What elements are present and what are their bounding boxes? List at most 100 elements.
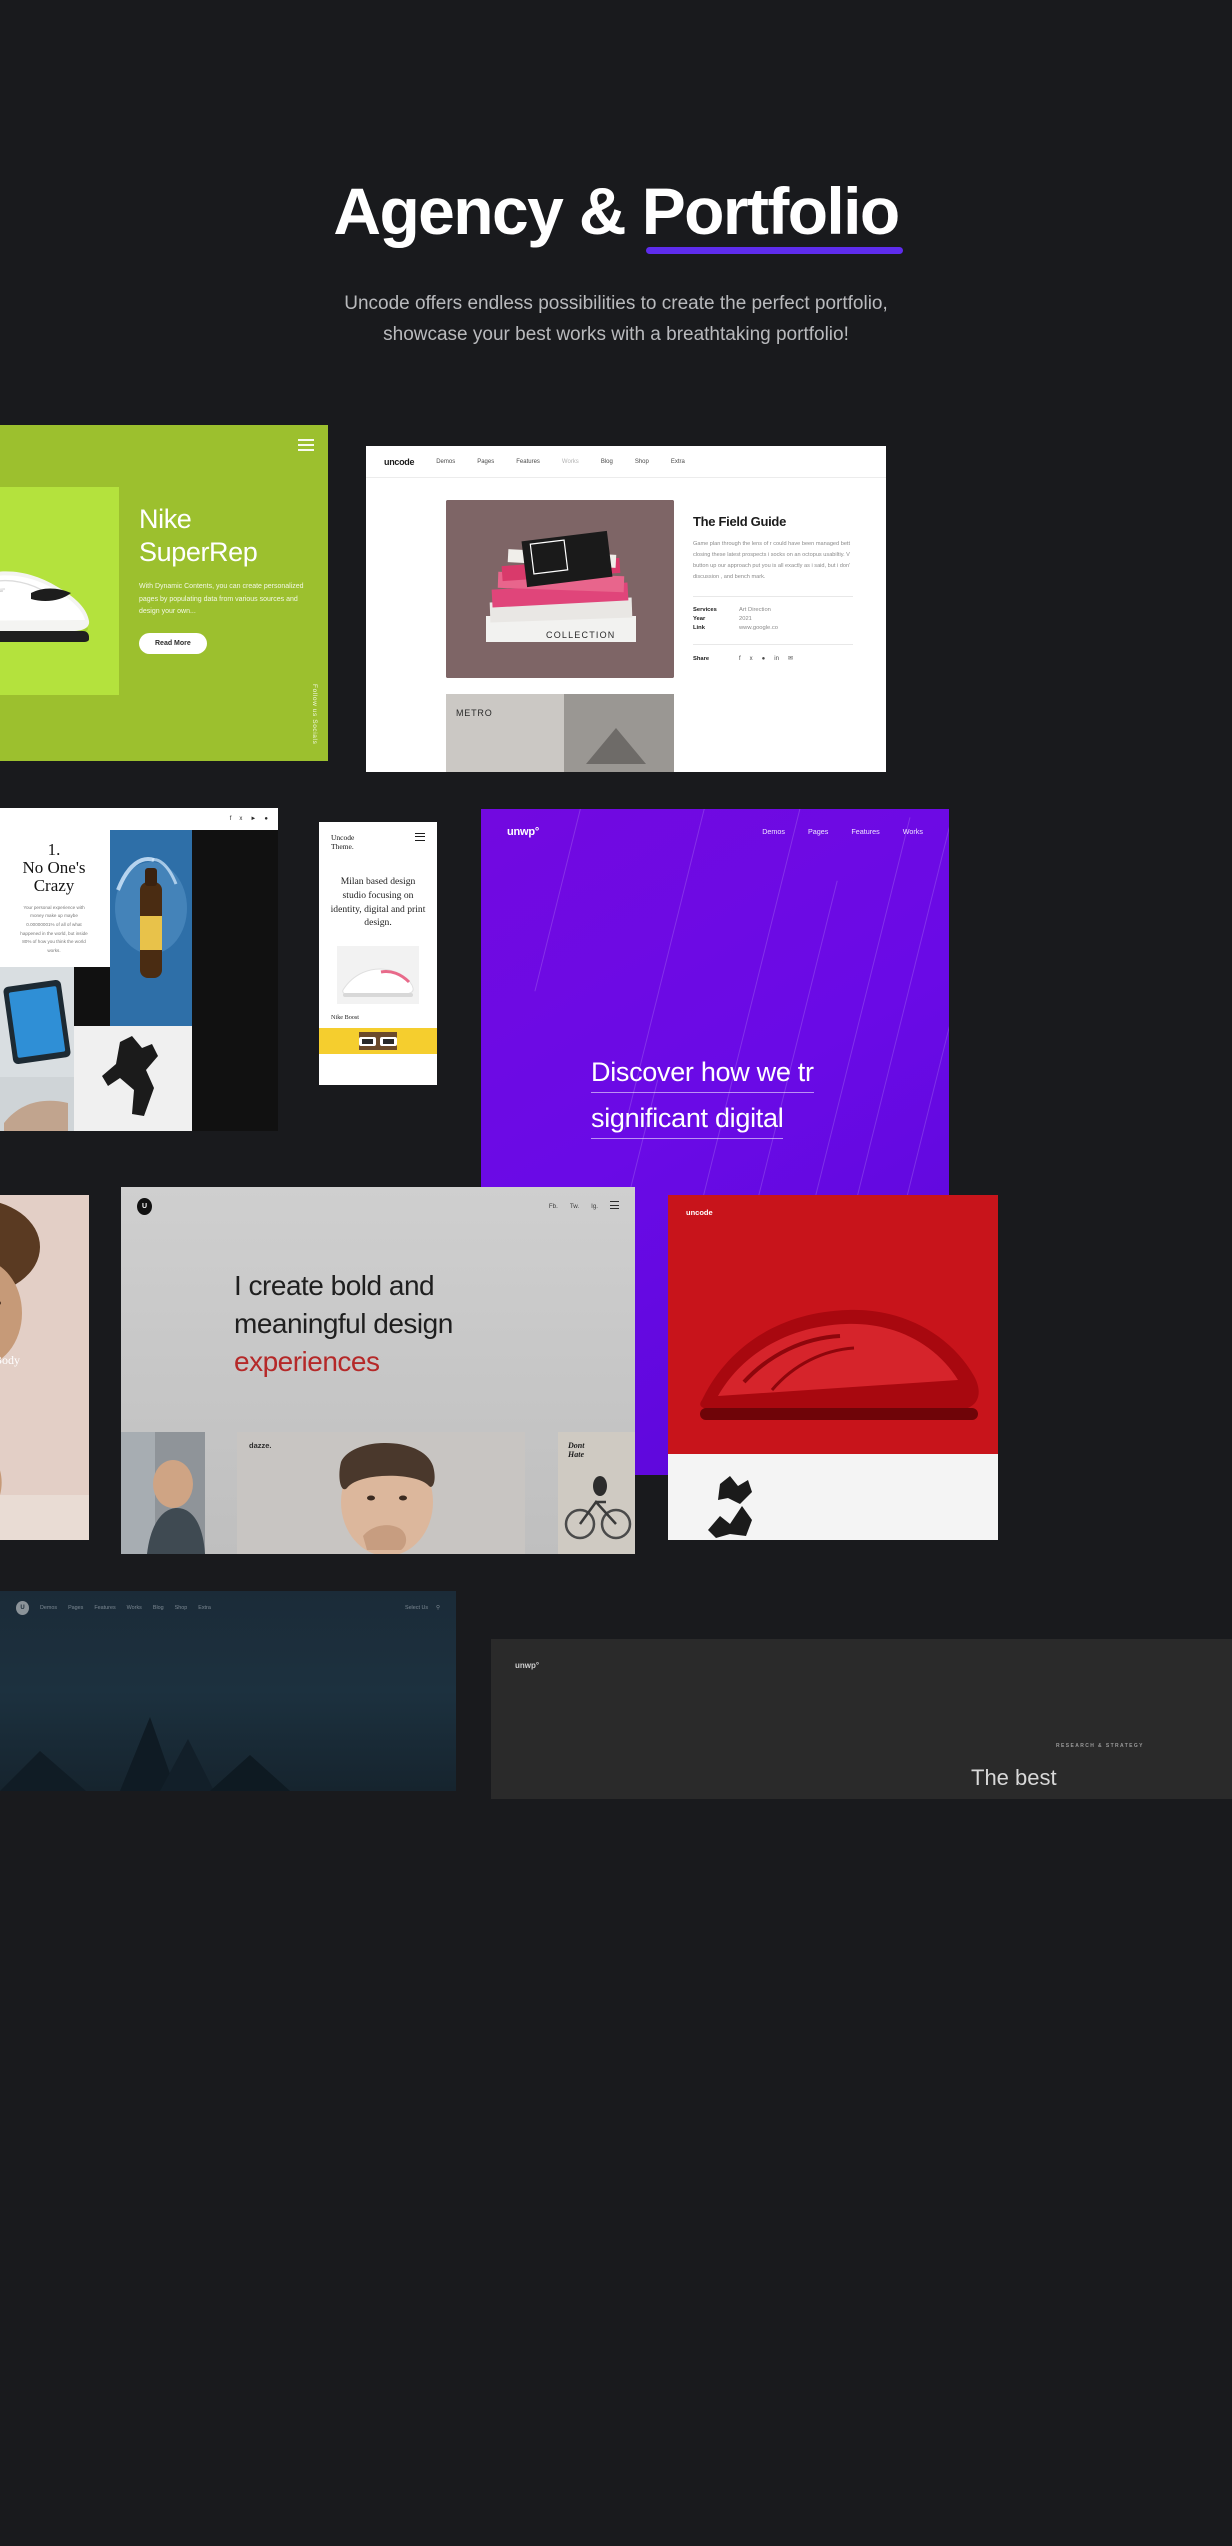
- thumbnail-bike-label: Dont Hate: [568, 1441, 584, 1459]
- nav-item-features[interactable]: Features: [516, 459, 540, 465]
- unwp-headline: Discover how we tr significant digital: [591, 1049, 949, 1142]
- project-body: Game plan through the lens of r could ha…: [693, 540, 851, 581]
- bold-headline: I create bold and meaningful design expe…: [234, 1267, 635, 1382]
- nav-item-extra[interactable]: Extra: [671, 459, 685, 465]
- meta-value-year: 2021: [739, 616, 752, 623]
- unwp-headline-line2: significant digital: [591, 1103, 784, 1140]
- night-nav-shop[interactable]: Shop: [175, 1605, 188, 1611]
- divider-2: [693, 644, 853, 646]
- nike-shoe-image: [0, 535, 96, 645]
- meta-row-services: Services Art Direction: [693, 607, 886, 613]
- facebook-icon[interactable]: f: [739, 656, 741, 662]
- divider: [693, 596, 853, 598]
- bold-headline-accent: experiences: [234, 1346, 380, 1378]
- mobile-shoe-image[interactable]: [337, 945, 419, 1004]
- twitter-icon[interactable]: x: [750, 656, 753, 662]
- collage-caption: Your personal experience with money make…: [20, 904, 88, 954]
- red-sneaker-card[interactable]: uncode: [668, 1194, 998, 1540]
- meta-label-link: Link: [693, 625, 705, 632]
- uncode-theme-mobile-card[interactable]: Uncode Theme. Milan based design studio …: [319, 821, 437, 1085]
- meta-row-year: Year 2021: [693, 616, 886, 622]
- night-mountains-image: [0, 1681, 456, 1791]
- nav-item-shop[interactable]: Shop: [635, 459, 649, 465]
- thumbnail-bike[interactable]: Dont Hate: [558, 1431, 635, 1554]
- pinterest-icon[interactable]: ●: [264, 816, 268, 822]
- collage-headline: 1. No One's Crazy: [22, 839, 86, 895]
- unwp-dark-logo[interactable]: unwp°: [515, 1661, 539, 1670]
- page-title-part2: Portfolio: [641, 174, 903, 254]
- mobile-logo[interactable]: Uncode Theme.: [331, 833, 354, 852]
- night-nav-pages[interactable]: Pages: [68, 1605, 83, 1611]
- share-label: Share: [693, 655, 710, 662]
- thumbnail-portrait[interactable]: [121, 1431, 205, 1554]
- facebook-icon[interactable]: f: [230, 816, 232, 822]
- bold-design-card[interactable]: U Fb. Tw. Ig. I create bold and meaningf…: [121, 1186, 635, 1554]
- nav-item-works[interactable]: Works: [562, 459, 579, 465]
- collage-headline-2: No One's: [22, 857, 86, 877]
- hamburger-icon[interactable]: [415, 832, 425, 844]
- uncode-logo[interactable]: uncode: [384, 457, 415, 467]
- bold-nav-ig[interactable]: Ig.: [591, 1203, 598, 1210]
- meta-label-services: Services: [693, 607, 717, 614]
- red-card-logo[interactable]: uncode: [686, 1208, 713, 1217]
- linkedin-icon[interactable]: in: [774, 656, 779, 662]
- night-nav-blog[interactable]: Blog: [153, 1605, 164, 1611]
- youtube-icon[interactable]: ►: [250, 816, 256, 822]
- pinterest-icon[interactable]: ●: [762, 656, 766, 662]
- thumbnail-bike-label-1: Dont: [568, 1440, 585, 1450]
- twitter-icon[interactable]: x: [239, 816, 242, 822]
- page-title-part1: Agency &: [333, 174, 642, 248]
- uncode-navbar: uncode Demos Pages Features Works Blog S…: [366, 446, 886, 478]
- nav-item-demos[interactable]: Demos: [436, 459, 455, 465]
- nike-superrep-card[interactable]: Nike SuperRep With Dynamic Contents, you…: [0, 424, 328, 761]
- beauty-card[interactable]: ...ople kind of Body Care Buy Now - $59: [0, 1194, 89, 1540]
- thumbnail-bike-label-2: Hate: [568, 1449, 584, 1459]
- project-image-books[interactable]: COLLECTION: [446, 499, 674, 678]
- nav-item-pages[interactable]: Pages: [477, 459, 494, 465]
- mobile-logo-line2: Theme.: [331, 842, 354, 852]
- search-icon[interactable]: ⚲: [436, 1605, 440, 1611]
- bold-headline-line2: meaningful design: [234, 1308, 453, 1340]
- thumbnail-video-label: dazze.: [249, 1440, 272, 1450]
- beauty-headline-line1: ...ople kind of Body: [0, 1352, 20, 1367]
- red-card-footer: [668, 1453, 998, 1540]
- mail-icon[interactable]: ✉: [788, 655, 793, 662]
- bold-logo[interactable]: U: [137, 1197, 152, 1215]
- night-nav-features[interactable]: Features: [94, 1605, 115, 1611]
- night-nav-works[interactable]: Works: [127, 1605, 142, 1611]
- red-sneaker-image: [688, 1250, 988, 1435]
- night-nav-extra[interactable]: Extra: [198, 1605, 211, 1611]
- hamburger-icon[interactable]: [610, 1201, 619, 1211]
- meta-value-link[interactable]: www.google.co: [739, 625, 778, 631]
- thumbnail-video[interactable]: dazze.: [237, 1431, 525, 1554]
- collage-image-jump[interactable]: [74, 1025, 192, 1131]
- svg-text:METRO: METRO: [456, 708, 493, 718]
- collage-headline-3: Crazy: [33, 875, 75, 895]
- collage-image-tablet[interactable]: [0, 966, 74, 1077]
- collage-card[interactable]: f x ► ● 1. No One's Crazy Your personal …: [0, 807, 278, 1131]
- uncode-site-card[interactable]: uncode Demos Pages Features Works Blog S…: [366, 445, 886, 772]
- collage-image-beer[interactable]: [110, 829, 192, 1026]
- portfolio-gallery: Nike SuperRep With Dynamic Contents, you…: [0, 424, 1232, 2495]
- bold-nav-tw[interactable]: Tw.: [570, 1203, 579, 1210]
- night-landscape-card[interactable]: U Demos Pages Features Works Blog Shop E…: [0, 1590, 456, 1791]
- collage-image-hands[interactable]: [0, 1076, 74, 1131]
- collage-quote-block: 1. No One's Crazy Your personal experien…: [0, 829, 110, 967]
- project-image-metro[interactable]: METRO: [446, 693, 674, 772]
- mobile-logo-line1: Uncode: [331, 832, 355, 842]
- collage-headline-1: 1.: [47, 839, 61, 859]
- mobile-sunglasses-band[interactable]: [319, 1027, 437, 1054]
- night-navbar: U Demos Pages Features Works Blog Shop E…: [0, 1591, 456, 1625]
- unwp-dark-card[interactable]: unwp° RESEARCH & STRATEGY The best: [491, 1638, 1232, 1799]
- hamburger-icon[interactable]: [298, 438, 314, 454]
- night-nav-demos[interactable]: Demos: [40, 1605, 57, 1611]
- bold-headline-line1: I create bold and: [234, 1269, 435, 1301]
- night-logo[interactable]: U: [16, 1600, 29, 1615]
- read-more-button[interactable]: Read More: [139, 633, 207, 655]
- night-cta[interactable]: Select Us: [405, 1605, 428, 1611]
- nav-item-blog[interactable]: Blog: [601, 459, 613, 465]
- collage-social-bar: f x ► ●: [0, 807, 278, 830]
- nike-text-block: Nike SuperRep With Dynamic Contents, you…: [139, 503, 314, 655]
- bold-nav-fb[interactable]: Fb.: [549, 1203, 558, 1210]
- nike-heading-line2: SuperRep: [139, 536, 258, 567]
